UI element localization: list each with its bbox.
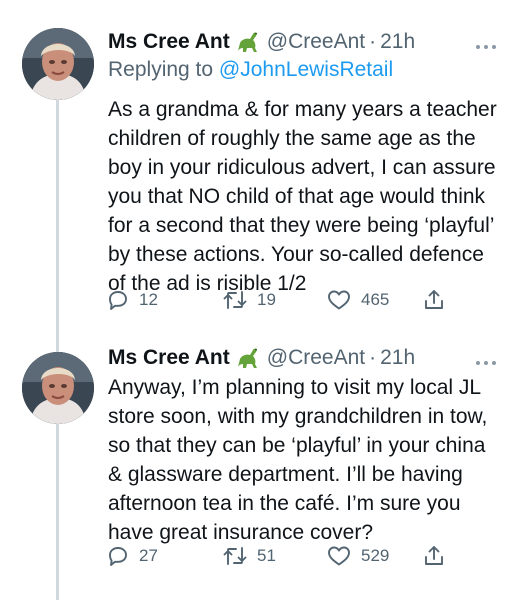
tweet-header: Ms Cree Ant @CreeAnt · 21h [108,344,497,372]
retweet-button[interactable]: 19 [222,288,326,312]
timestamp[interactable]: 21h [380,344,415,372]
separator-dot: · [369,346,377,369]
timestamp[interactable]: 21h [380,28,415,56]
sauropod-icon [235,345,261,371]
reply-count: 27 [139,546,158,565]
tweet-actions: 12 19 465 [106,288,446,312]
like-count: 465 [361,290,390,309]
avatar[interactable] [22,352,94,424]
profile-photo-icon [22,352,94,424]
retweet-icon [222,544,248,568]
reply-button[interactable]: 27 [106,544,222,568]
profile-photo-icon [22,28,94,100]
share-icon [422,544,446,568]
like-button[interactable]: 529 [326,544,422,568]
like-button[interactable]: 465 [326,288,422,312]
tweet-2[interactable]: Ms Cree Ant @CreeAnt · 21h Anyway, I’m p… [0,340,525,600]
share-button[interactable] [422,544,446,568]
reply-icon [106,288,130,312]
retweet-button[interactable]: 51 [222,544,326,568]
sauropod-icon [235,29,261,55]
separator-dot: · [369,30,377,53]
user-handle[interactable]: @CreeAnt [267,28,365,56]
like-count: 529 [361,546,390,565]
reply-count: 12 [139,290,158,309]
avatar[interactable] [22,28,94,100]
reply-icon [106,544,130,568]
tweet-header: Ms Cree Ant @CreeAnt · 21h [108,28,497,56]
user-handle[interactable]: @CreeAnt [267,344,365,372]
reply-button[interactable]: 12 [106,288,222,312]
more-options-icon[interactable] [475,38,497,56]
replying-to-label: Replying to [108,58,214,81]
display-name[interactable]: Ms Cree Ant [108,344,230,372]
display-name[interactable]: Ms Cree Ant [108,28,230,56]
tweet-actions: 27 51 529 [106,544,446,568]
mention-link[interactable]: @JohnLewisRetail [219,58,393,81]
retweet-icon [222,288,248,312]
heart-icon [326,544,352,568]
tweet-1[interactable]: Ms Cree Ant @CreeAnt · 21h Replying to @… [0,0,525,340]
replying-to: Replying to @JohnLewisRetail [108,56,497,84]
share-button[interactable] [422,288,446,312]
tweet-text: Anyway, I’m planning to visit my local J… [108,376,488,544]
share-icon [422,288,446,312]
tweet-text: As a grandma & for many years a teacher … [108,98,497,295]
retweet-count: 51 [257,546,276,565]
heart-icon [326,288,352,312]
retweet-count: 19 [257,290,276,309]
more-options-icon[interactable] [475,354,497,372]
